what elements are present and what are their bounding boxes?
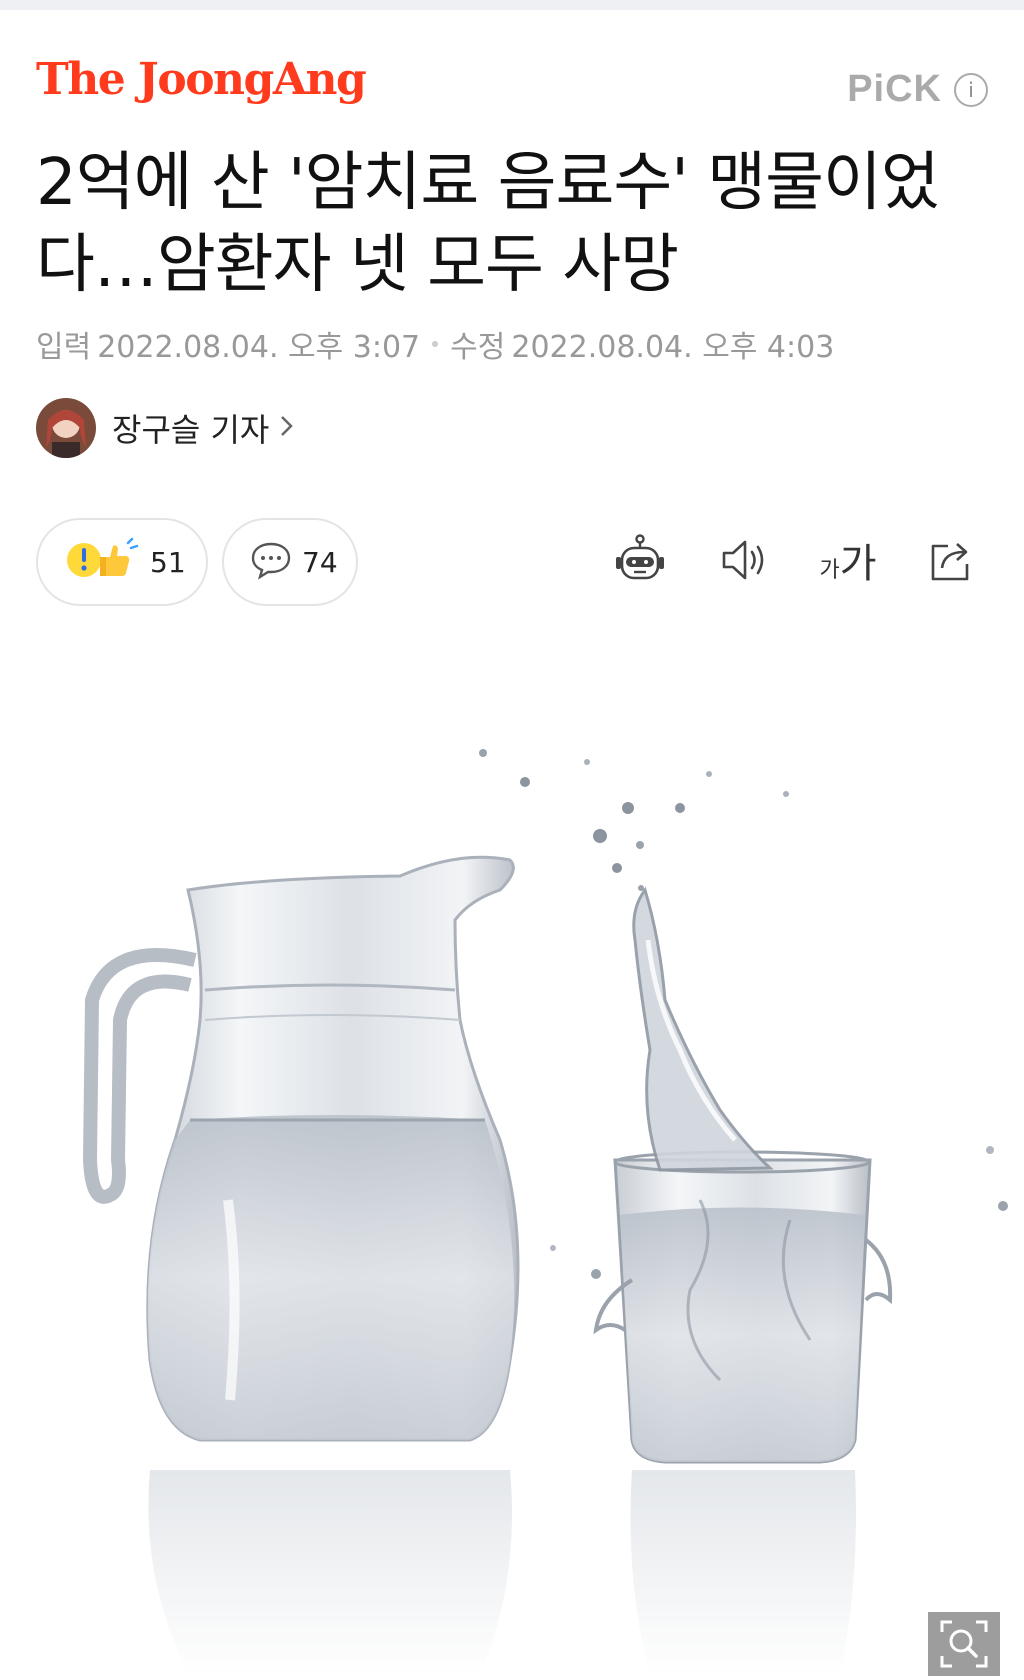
- input-time: 2022.08.04. 오후 3:07: [97, 330, 421, 365]
- chevron-right-icon: [279, 413, 295, 443]
- reporter-name[interactable]: 장구슬 기자: [112, 405, 269, 451]
- zoom-icon[interactable]: [928, 1612, 1000, 1676]
- date-separator: [432, 341, 439, 347]
- modified-time: 2022.08.04. 오후 4:03: [511, 330, 835, 365]
- summary-bot-icon[interactable]: [610, 530, 670, 590]
- article-dates: 입력 2022.08.04. 오후 3:07 수정 2022.08.04. 오후…: [36, 322, 834, 366]
- top-strip: [0, 0, 1024, 10]
- input-label: 입력: [36, 330, 92, 365]
- comment-icon: [250, 540, 292, 584]
- font-size-large-label: 가: [839, 541, 877, 587]
- reaction-count: 51: [150, 545, 186, 579]
- reaction-icon: [64, 537, 140, 587]
- speaker-icon[interactable]: [714, 530, 774, 590]
- pick-badge[interactable]: PiCK i: [847, 68, 988, 111]
- article-title: 2억에 산 '암치료 음료수' 맹물이었다…암환자 넷 모두 사망: [36, 146, 940, 302]
- reaction-button[interactable]: 51: [36, 518, 208, 606]
- reporter-avatar[interactable]: [36, 398, 96, 458]
- brand-logo[interactable]: The JoongAng: [36, 54, 367, 105]
- font-size-icon[interactable]: 가 가: [818, 530, 878, 590]
- comment-count: 74: [302, 545, 338, 579]
- reporter-link[interactable]: 장구슬 기자: [36, 398, 295, 458]
- modified-label: 수정: [450, 330, 506, 365]
- comment-button[interactable]: 74: [222, 518, 358, 606]
- share-icon[interactable]: [922, 530, 982, 590]
- pick-label: PiCK: [847, 68, 942, 110]
- info-icon[interactable]: i: [954, 72, 988, 107]
- article-photo[interactable]: [0, 640, 1024, 1676]
- font-size-small-label: 가: [819, 558, 840, 583]
- article-toolbar: 가 가: [610, 530, 982, 590]
